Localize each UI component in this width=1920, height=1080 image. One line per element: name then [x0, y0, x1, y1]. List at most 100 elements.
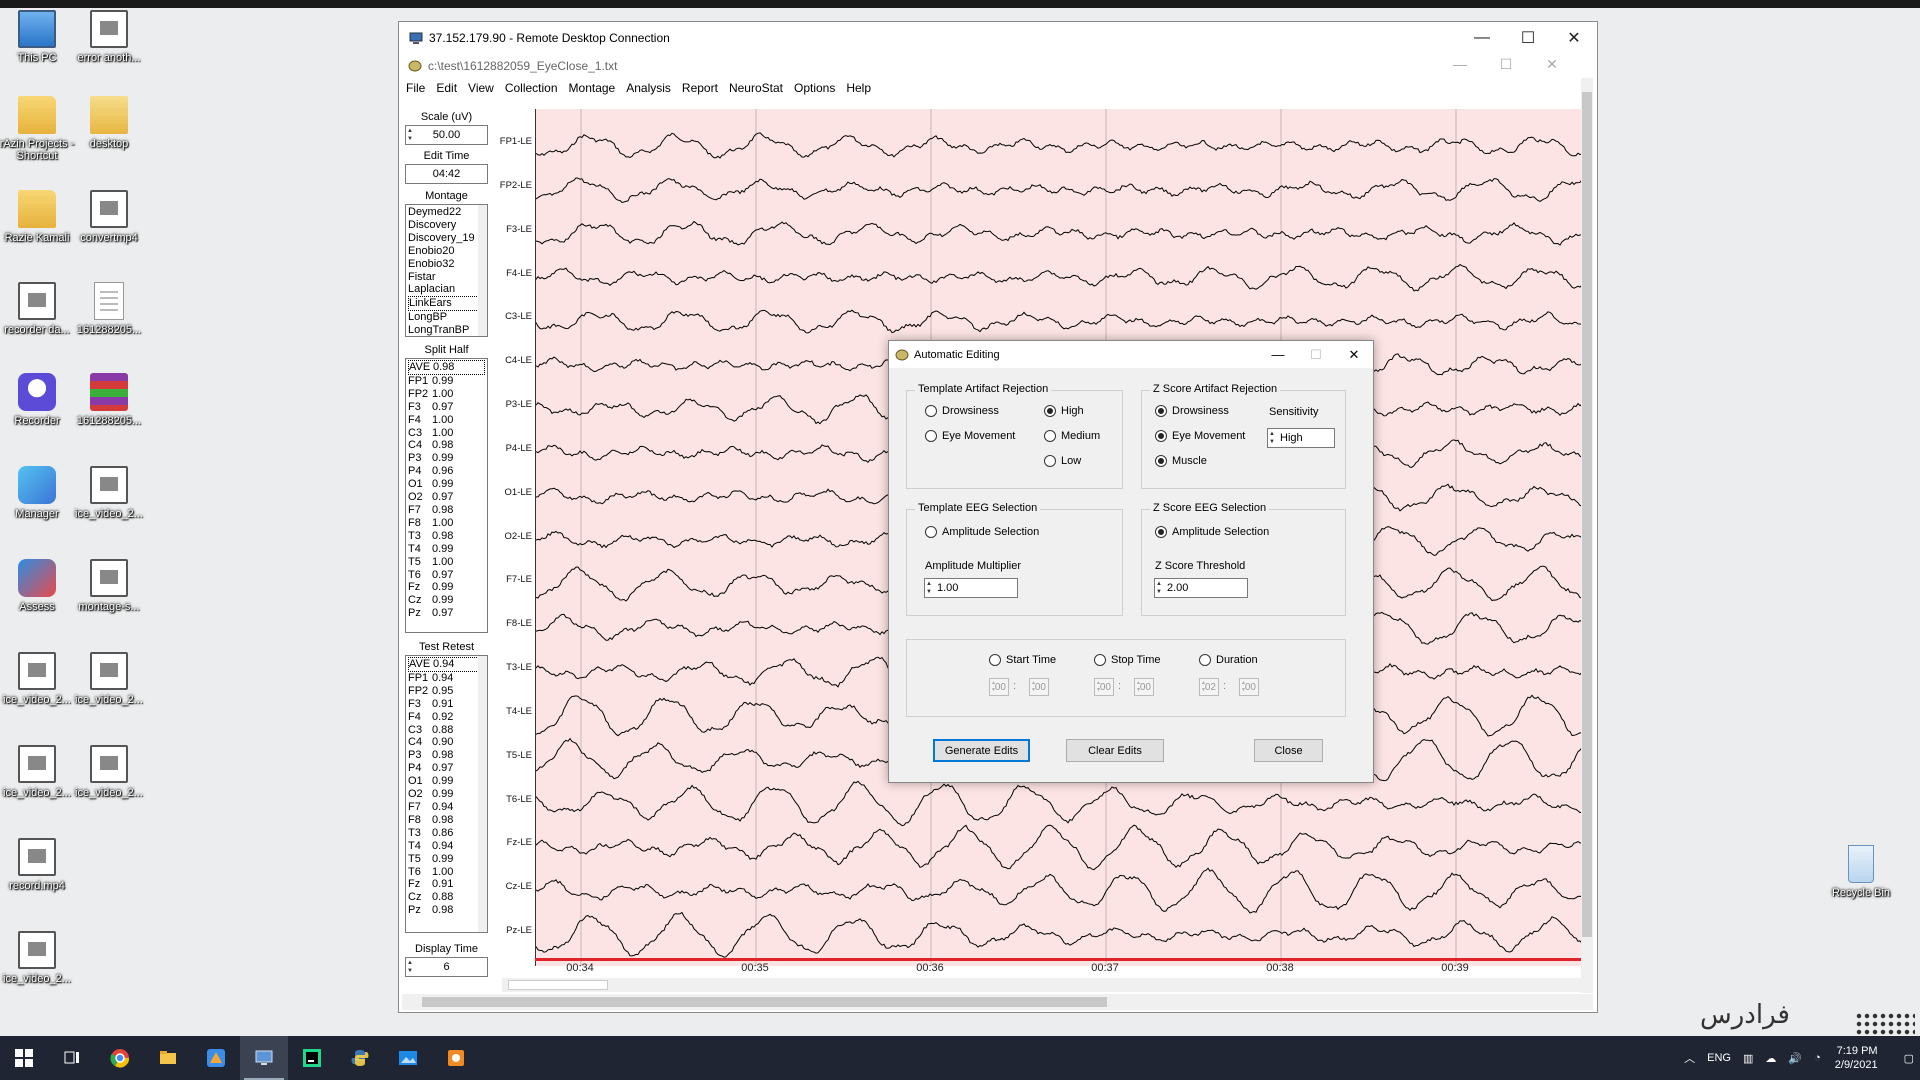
task-view-button[interactable]: [48, 1036, 96, 1080]
montage-item[interactable]: LongBP: [408, 311, 485, 324]
test-retest-list[interactable]: AVE 0.94 FP1 0.94 FP2 0.95 F3 0.91 F4 0.92 C3 0.88 C…: [405, 655, 488, 933]
split-half-row[interactable]: C3 1.00: [408, 427, 485, 440]
test-retest-row[interactable]: FP1 0.94: [408, 672, 485, 685]
test-retest-row[interactable]: T5 0.99: [408, 853, 485, 866]
desktop-icon[interactable]: Razie Kamali: [0, 190, 78, 244]
desktop-icon[interactable]: record.mp4: [0, 838, 78, 892]
menu-view[interactable]: View: [468, 81, 494, 95]
test-retest-row[interactable]: F4 0.92: [408, 711, 485, 724]
recycle-bin[interactable]: Recycle Bin: [1820, 845, 1902, 899]
window-scroll-thumb[interactable]: [422, 997, 1107, 1007]
split-half-row[interactable]: O2 0.97: [408, 491, 485, 504]
menu-help[interactable]: Help: [846, 81, 871, 95]
template-amplitude-selection-radio[interactable]: Amplitude Selection: [925, 526, 1039, 538]
desktop-icon[interactable]: ice_video_2...: [0, 931, 78, 985]
rdp-minimize-button[interactable]: —: [1459, 22, 1505, 54]
media-taskbar-button[interactable]: [432, 1036, 480, 1080]
montage-item[interactable]: LinkEars: [408, 296, 485, 312]
close-button[interactable]: Close: [1254, 739, 1323, 762]
montage-item[interactable]: Fistar: [408, 271, 485, 284]
desktop-icon[interactable]: ice_video_2...: [68, 652, 150, 706]
start-time-radio[interactable]: Start Time: [989, 654, 1056, 666]
stop-time-radio[interactable]: Stop Time: [1094, 654, 1161, 666]
tray-chevron-icon[interactable]: ︿: [1684, 1050, 1695, 1066]
menu-file[interactable]: File: [406, 81, 425, 95]
test-retest-row[interactable]: Pz 0.98: [408, 904, 485, 917]
desktop-icon[interactable]: ice_video_2...: [68, 466, 150, 520]
z-amplitude-selection-radio[interactable]: Amplitude Selection: [1155, 526, 1269, 538]
assess-taskbar-button[interactable]: [192, 1036, 240, 1080]
test-retest-row[interactable]: P4 0.97: [408, 762, 485, 775]
app-maximize-button[interactable]: ☐: [1483, 56, 1529, 73]
menu-edit[interactable]: Edit: [436, 81, 457, 95]
desktop-icon[interactable]: This PC: [0, 10, 78, 64]
clear-edits-button[interactable]: Clear Edits: [1066, 739, 1164, 762]
z-drowsiness-radio[interactable]: Drowsiness: [1155, 405, 1229, 417]
pycharm-taskbar-button[interactable]: [288, 1036, 336, 1080]
montage-item[interactable]: LongTranBP: [408, 324, 485, 337]
menu-collection[interactable]: Collection: [505, 81, 558, 95]
template-high-radio[interactable]: High: [1044, 405, 1084, 417]
test-retest-row[interactable]: F8 0.98: [408, 814, 485, 827]
z-eye-movement-radio[interactable]: Eye Movement: [1155, 430, 1245, 442]
app-title-bar[interactable]: c:\test\1612882059_EyeClose_1.txt — ☐ ✕: [402, 54, 1593, 78]
test-retest-row[interactable]: C3 0.88: [408, 724, 485, 737]
desktop-icon[interactable]: convertmp4: [68, 190, 150, 244]
amplitude-multiplier-spinner[interactable]: ▲ ▼ 1.00: [924, 578, 1018, 598]
split-half-row[interactable]: O1 0.99: [408, 478, 485, 491]
montage-item[interactable]: Deymed22: [408, 206, 485, 219]
volume-icon[interactable]: 🔊: [1788, 1052, 1802, 1065]
window-vscroll-thumb[interactable]: [1582, 92, 1592, 937]
desktop-icon[interactable]: desktop: [68, 96, 150, 150]
desktop-icon[interactable]: ice_video_2...: [0, 652, 78, 706]
menu-neurostat[interactable]: NeuroStat: [729, 81, 783, 95]
split-half-row[interactable]: T6 0.97: [408, 569, 485, 582]
split-half-list[interactable]: AVE 0.98 FP1 0.99 FP2 1.00 F3 0.97 F4 1.00 C3 1.00 C…: [405, 358, 488, 633]
menu-options[interactable]: Options: [794, 81, 835, 95]
template-eye-movement-radio[interactable]: Eye Movement: [925, 430, 1015, 442]
split-half-row[interactable]: T3 0.98: [408, 530, 485, 543]
split-half-row[interactable]: Fz 0.99: [408, 581, 485, 594]
template-drowsiness-radio[interactable]: Drowsiness: [925, 405, 999, 417]
file-explorer-taskbar-button[interactable]: [144, 1036, 192, 1080]
eeg-scroll-thumb[interactable]: [508, 980, 608, 990]
test-retest-row[interactable]: T6 1.00: [408, 866, 485, 879]
notifications-icon[interactable]: ▢: [1904, 1052, 1914, 1065]
test-retest-row[interactable]: T4 0.94: [408, 840, 485, 853]
edit-time-field[interactable]: 04:42: [405, 164, 488, 184]
split-half-row[interactable]: FP1 0.99: [408, 375, 485, 388]
rdp-taskbar-button[interactable]: [240, 1036, 288, 1080]
test-retest-scrollbar[interactable]: [478, 656, 487, 932]
desktop-icon[interactable]: recorder da...: [0, 282, 78, 336]
desktop-icon[interactable]: Manager: [0, 466, 78, 520]
split-half-row[interactable]: T4 0.99: [408, 543, 485, 556]
test-retest-row[interactable]: AVE 0.94: [408, 657, 485, 672]
template-low-radio[interactable]: Low: [1044, 455, 1081, 467]
spinner-arrows-icon[interactable]: ▲ ▼: [407, 959, 415, 975]
network-icon[interactable]: ▥: [1743, 1052, 1753, 1065]
desktop-icon[interactable]: ice_video_2...: [68, 745, 150, 799]
split-half-row[interactable]: P3 0.99: [408, 452, 485, 465]
clock[interactable]: 7:19 PM 2/9/2021: [1835, 1044, 1878, 1072]
desktop-icon[interactable]: error anoth...: [68, 10, 150, 64]
test-retest-row[interactable]: Fz 0.91: [408, 878, 485, 891]
wifi-icon[interactable]: ◔: [1814, 1052, 1821, 1064]
z-muscle-radio[interactable]: Muscle: [1155, 455, 1207, 467]
rdp-title-bar[interactable]: 37.152.179.90 - Remote Desktop Connectio…: [399, 22, 1597, 54]
dialog-close-button[interactable]: ✕: [1335, 341, 1373, 368]
montage-item[interactable]: Laplacian: [408, 283, 485, 296]
split-half-row[interactable]: F8 1.00: [408, 517, 485, 530]
eeg-horizontal-scrollbar[interactable]: [502, 978, 1592, 992]
split-half-row[interactable]: T5 1.00: [408, 556, 485, 569]
desktop-icon[interactable]: montage-s...: [68, 559, 150, 613]
split-half-row[interactable]: F7 0.98: [408, 504, 485, 517]
template-medium-radio[interactable]: Medium: [1044, 430, 1100, 442]
menu-montage[interactable]: Montage: [569, 81, 616, 95]
split-half-row[interactable]: F4 1.00: [408, 414, 485, 427]
spinner-arrows-icon[interactable]: ▲ ▼: [926, 580, 934, 596]
test-retest-row[interactable]: P3 0.98: [408, 749, 485, 762]
split-half-row[interactable]: C4 0.98: [408, 439, 485, 452]
start-button[interactable]: [0, 1036, 48, 1080]
display-time-spinner[interactable]: ▲ ▼ 6: [405, 957, 488, 977]
duration-radio[interactable]: Duration: [1199, 654, 1258, 666]
